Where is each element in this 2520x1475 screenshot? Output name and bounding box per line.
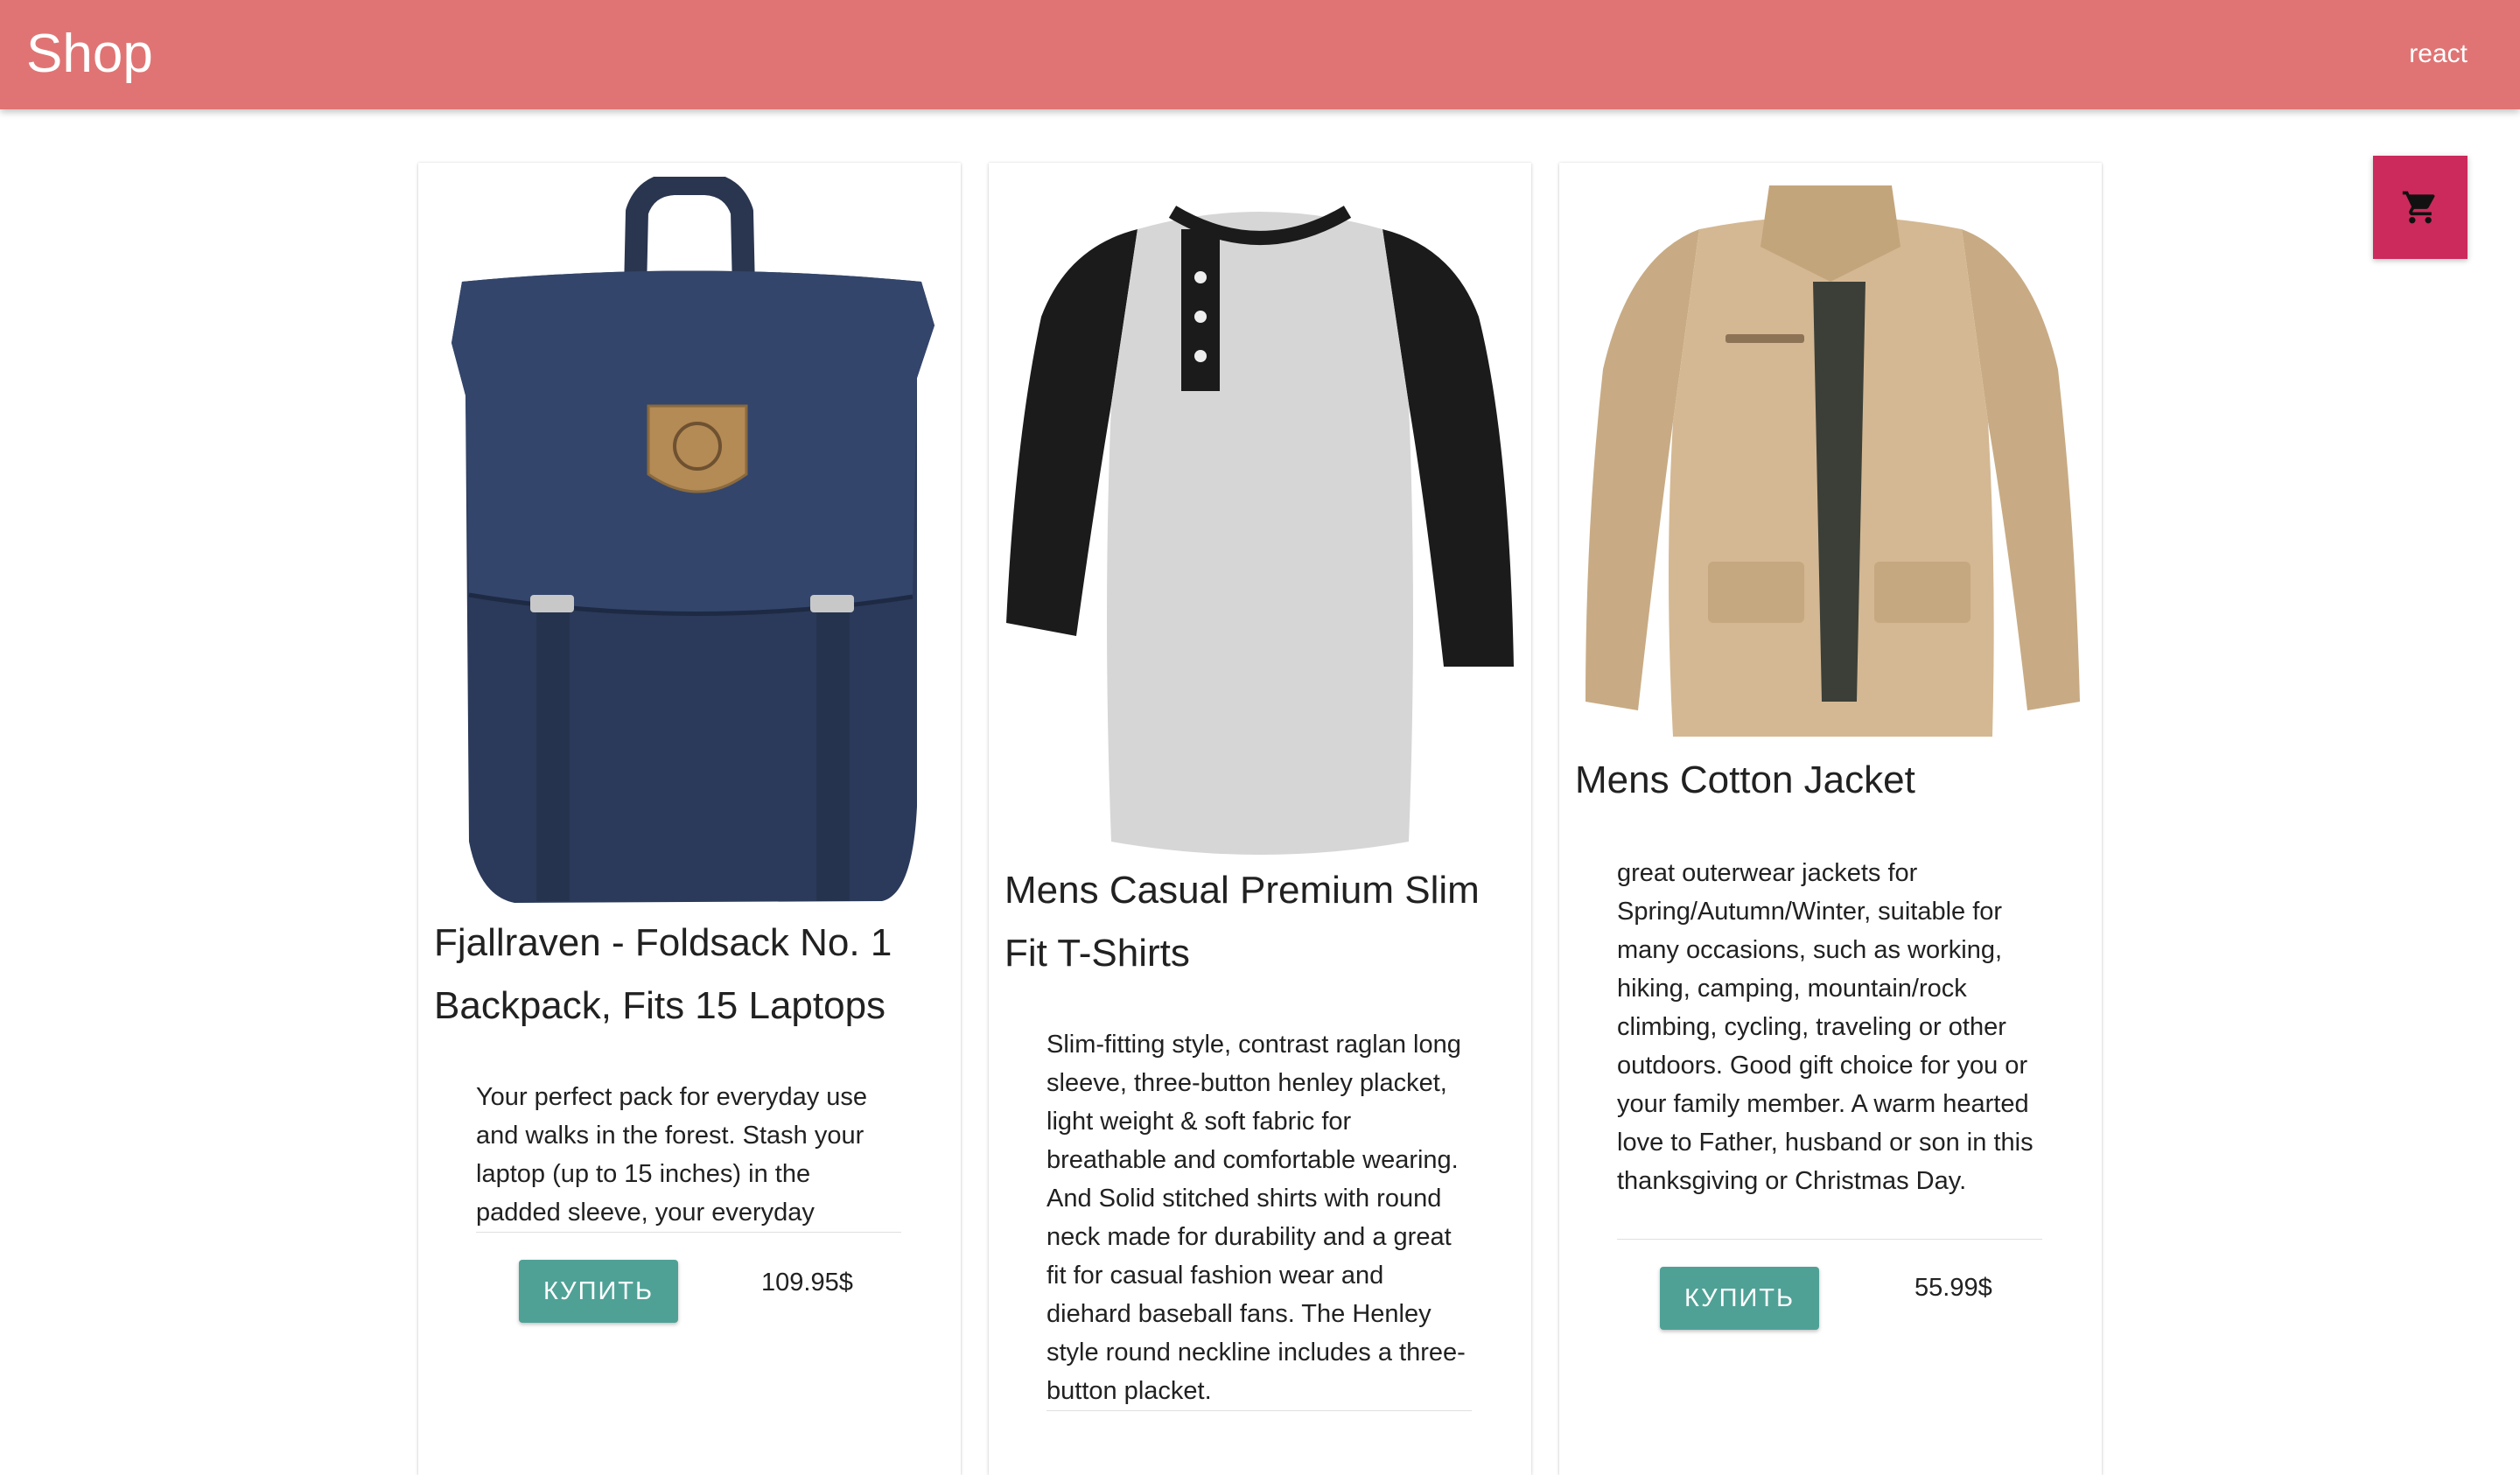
buy-button[interactable]: КУПИТЬ — [519, 1260, 678, 1323]
react-link[interactable]: react — [2409, 38, 2468, 70]
app-bar: Shop react — [0, 0, 2520, 109]
backpack-image — [452, 177, 934, 903]
product-title: Fjallraven - Foldsack No. 1 Backpack, Fi… — [434, 921, 892, 1027]
product-price: 109.95$ — [761, 1269, 853, 1297]
description-divider — [476, 1232, 901, 1233]
product-price: 55.99$ — [1914, 1274, 1992, 1302]
cart-button[interactable] — [2373, 156, 2468, 259]
description-divider — [1617, 1239, 2042, 1240]
henley-shirt-image — [1006, 206, 1514, 855]
buy-button[interactable]: КУПИТЬ — [1660, 1267, 1819, 1330]
shopping-cart-icon — [2402, 191, 2435, 224]
product-card: Fjallraven - Foldsack No. 1 Backpack, Fi… — [418, 163, 961, 1475]
description-divider — [1046, 1410, 1472, 1411]
product-description: great outerwear jackets for Spring/Autum… — [1617, 859, 2034, 1195]
product-title: Mens Cotton Jacket — [1575, 758, 1915, 801]
cotton-jacket-image — [1586, 185, 2080, 737]
app-title: Shop — [26, 24, 153, 84]
product-card: Mens Cotton Jacket great outerwear jacke… — [1559, 163, 2102, 1475]
product-card: Mens Casual Premium Slim Fit T-Shirts Sl… — [989, 163, 1531, 1475]
product-description: Slim-fitting style, contrast raglan long… — [1046, 1031, 1466, 1405]
product-title: Mens Casual Premium Slim Fit T-Shirts — [1004, 869, 1480, 975]
product-description: Your perfect pack for everyday use and w… — [476, 1083, 868, 1227]
